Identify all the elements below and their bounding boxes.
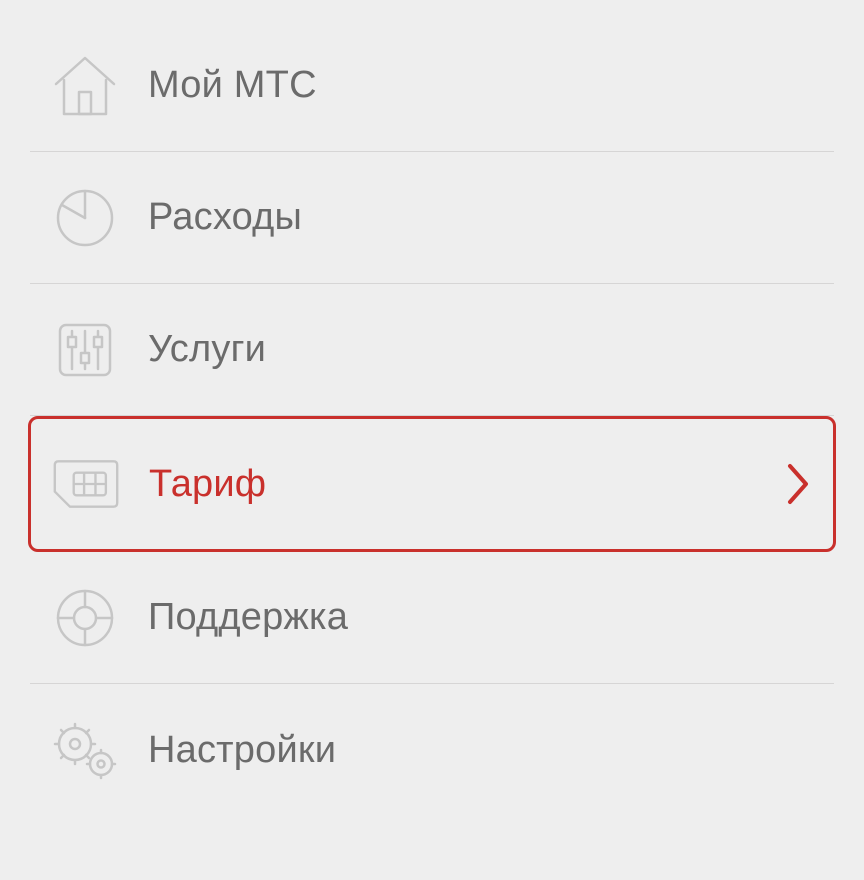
menu-item-label: Тариф — [149, 463, 266, 506]
menu-item-support[interactable]: Поддержка — [30, 552, 834, 684]
menu-item-tariff[interactable]: Тариф — [28, 416, 836, 552]
pie-chart-icon — [50, 183, 120, 253]
menu-item-home[interactable]: Мой МТС — [30, 20, 834, 152]
menu-item-settings[interactable]: Настройки — [30, 684, 834, 816]
menu-item-services[interactable]: Услуги — [30, 284, 834, 416]
menu-item-label: Настройки — [148, 729, 336, 772]
menu-list: Мой МТС Расходы Услуги — [0, 0, 864, 816]
menu-item-label: Расходы — [148, 196, 302, 239]
sliders-icon — [50, 315, 120, 385]
home-icon — [50, 51, 120, 121]
chevron-right-icon — [783, 459, 813, 509]
menu-item-label: Поддержка — [148, 596, 348, 639]
menu-item-label: Мой МТС — [148, 64, 317, 107]
sim-card-icon — [51, 449, 121, 519]
lifebuoy-icon — [50, 583, 120, 653]
menu-item-label: Услуги — [148, 328, 266, 371]
menu-item-expenses[interactable]: Расходы — [30, 152, 834, 284]
gears-icon — [50, 715, 120, 785]
